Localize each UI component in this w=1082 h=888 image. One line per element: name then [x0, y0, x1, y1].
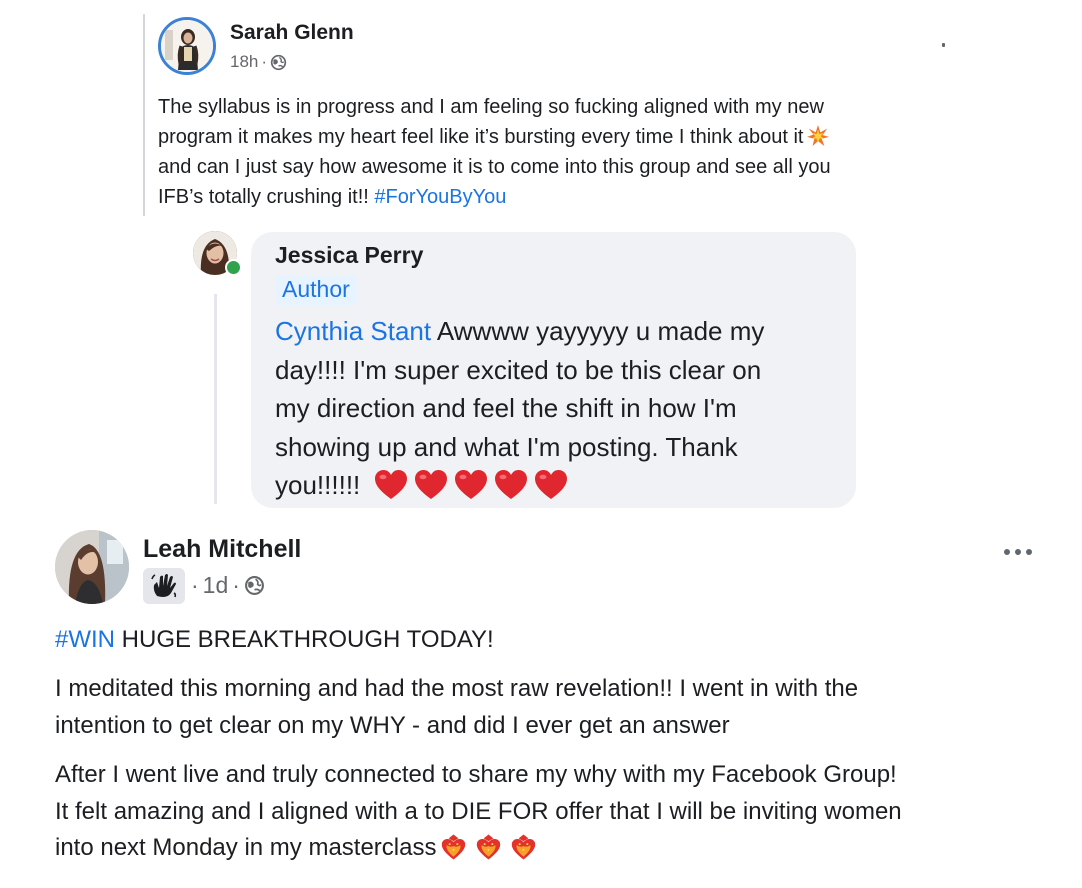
- mention-link[interactable]: Cynthia Stant: [275, 316, 431, 346]
- meta-separator: ·: [261, 52, 268, 71]
- post-time[interactable]: 1d: [203, 572, 229, 599]
- comment-text-line: my direction and feel the shift in how I…: [275, 393, 737, 423]
- post-meta: 18h ·: [230, 52, 287, 72]
- community-badge[interactable]: [143, 568, 185, 604]
- comment-text-fragment: Awwww yayyyyy u made my: [436, 316, 765, 346]
- headline-text: HUGE BREAKTHROUGH TODAY!: [115, 626, 494, 653]
- post-paragraph: I meditated this morning and had the mos…: [55, 671, 1065, 744]
- globe-icon[interactable]: [270, 54, 287, 71]
- more-options-icon[interactable]: [942, 43, 945, 47]
- post-text-line: The syllabus is in progress and I am fee…: [158, 96, 824, 118]
- strawberry-heart-icon: [442, 834, 466, 860]
- post-text-line: into next Monday in my masterclass: [55, 830, 1065, 867]
- post-meta: · 1d ·: [191, 572, 265, 599]
- post-text-line: IFB’s totally crushing it!! #ForYouByYou: [158, 182, 948, 212]
- globe-icon[interactable]: [244, 575, 265, 596]
- online-status-dot: [225, 259, 242, 276]
- strawberry-heart-icon: [512, 834, 536, 860]
- post-time[interactable]: 18h: [230, 52, 258, 72]
- red-heart-icon: [495, 470, 528, 499]
- post-text-line: I meditated this morning and had the mos…: [55, 675, 859, 702]
- hashtag-link[interactable]: #ForYouByYou: [374, 186, 506, 208]
- author-name[interactable]: Sarah Glenn: [230, 21, 354, 45]
- meta-separator: ·: [232, 572, 240, 598]
- comment-text-line: Cynthia Stant Awwww yayyyyy u made my: [275, 312, 845, 351]
- red-heart-icon: [415, 470, 448, 499]
- meta-separator: ·: [191, 572, 199, 598]
- avatar-leah-mitchell[interactable]: [55, 530, 129, 604]
- post-text-line: #WIN HUGE BREAKTHROUGH TODAY!: [55, 622, 1065, 659]
- comment-text-line: you!!!!!!: [275, 466, 845, 505]
- red-heart-icon: [455, 470, 488, 499]
- post-text-line: and can I just say how awesome it is to …: [158, 156, 831, 178]
- post-text-line: After I went live and truly connected to…: [55, 761, 897, 788]
- comment-author-name[interactable]: Jessica Perry: [275, 242, 423, 269]
- reply-thread-line: [214, 294, 217, 504]
- avatar-photo: [161, 20, 213, 72]
- dot-icon: [1015, 549, 1021, 555]
- post-text-line: program it makes my heart feel like it’s…: [158, 122, 948, 152]
- waving-hand-icon: [151, 574, 177, 598]
- post-text-fragment: into next Monday in my masterclass: [55, 834, 437, 861]
- post-headline: #WIN HUGE BREAKTHROUGH TODAY!: [55, 622, 1065, 659]
- post-text-line: It felt amazing and I aligned with a to …: [55, 797, 902, 825]
- strawberry-heart-icon: [477, 834, 501, 860]
- comment-text-line: day!!!! I'm super excited to be this cle…: [275, 354, 762, 385]
- hearts-row: [374, 469, 568, 501]
- author-name[interactable]: Leah Mitchell: [143, 535, 301, 564]
- post-text-fragment: program it makes my heart feel like it’s…: [158, 126, 804, 148]
- red-heart-icon: [535, 470, 568, 499]
- dot-icon: [1026, 549, 1032, 555]
- post-text-line: intention to get clear on my WHY - and d…: [55, 711, 730, 739]
- dot-icon: [1004, 549, 1010, 555]
- avatar-photo: [55, 530, 129, 604]
- avatar-sarah-glenn[interactable]: [158, 17, 216, 75]
- more-options-button[interactable]: [1004, 549, 1032, 555]
- comment-text: Cynthia Stant Awwww yayyyyy u made my da…: [275, 312, 845, 505]
- post-paragraph: After I went live and truly connected to…: [55, 757, 1065, 867]
- thread-divider: [143, 14, 145, 216]
- sparkle-burst-icon: [807, 125, 830, 147]
- red-heart-icon: [375, 470, 408, 499]
- hashtag-link[interactable]: #WIN: [55, 626, 115, 653]
- emoji-row: [440, 833, 537, 861]
- comment-text-fragment: you!!!!!!: [275, 470, 361, 500]
- post-text: The syllabus is in progress and I am fee…: [158, 92, 948, 212]
- comment-text-line: showing up and what I'm posting. Thank: [275, 431, 738, 462]
- post-text-fragment: IFB’s totally crushing it!!: [158, 186, 369, 208]
- author-badge: Author: [275, 275, 357, 305]
